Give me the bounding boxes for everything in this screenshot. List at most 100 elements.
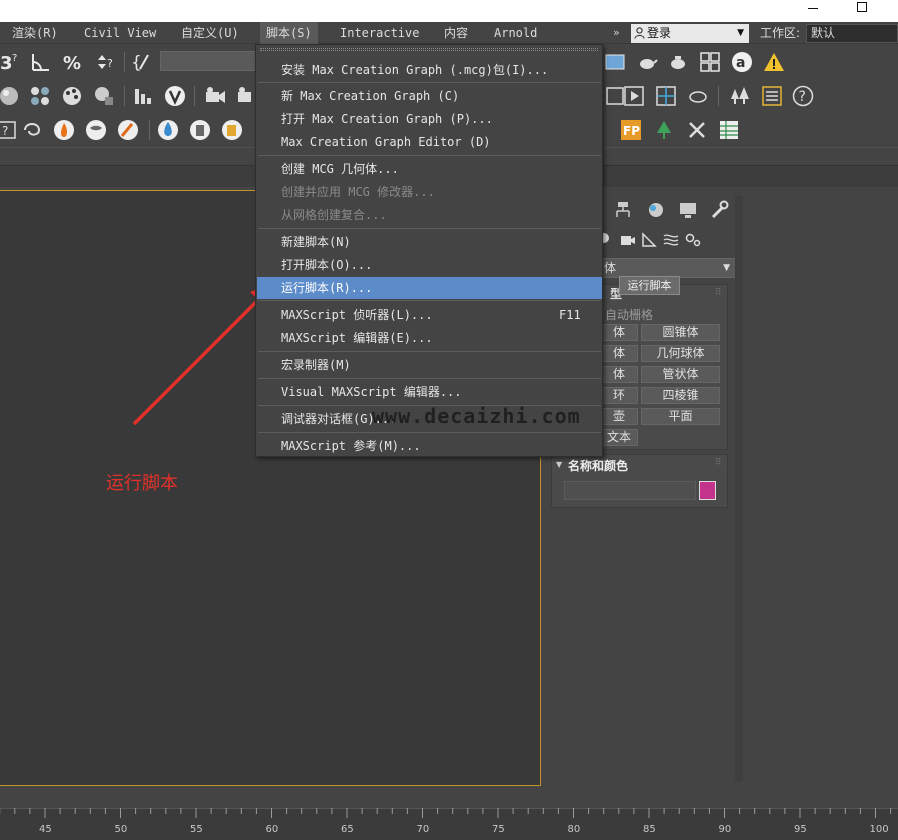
help-icon[interactable]: ? [792, 85, 814, 107]
tube-button[interactable]: 管状体 [641, 366, 720, 383]
name-color-title[interactable]: 名称和颜色 [568, 457, 628, 474]
menu-render[interactable]: 渲染(R) [6, 22, 64, 44]
timeline-bar[interactable] [0, 786, 898, 808]
minimize-icon[interactable] [798, 0, 828, 16]
particles-icon[interactable] [29, 85, 51, 107]
maximize-icon[interactable] [848, 0, 878, 16]
menu-arnold[interactable]: Arnold [488, 22, 543, 44]
rollout-grip-icon[interactable]: ⠿ [715, 288, 722, 298]
teapot-wire-icon[interactable] [687, 85, 709, 107]
auto-grid-checkbox[interactable]: 自动栅格 [605, 306, 653, 323]
helper-icon[interactable] [641, 232, 657, 248]
viewport-layout-icon[interactable] [655, 85, 677, 107]
named-selection-input[interactable] [160, 51, 256, 71]
rollout-collapse-icon[interactable]: ▼ [556, 460, 562, 469]
sphere-button[interactable]: 体 [600, 345, 638, 362]
fp-icon[interactable]: FP [620, 119, 642, 141]
brush-icon[interactable] [117, 119, 139, 141]
plane-button[interactable]: 平面 [641, 408, 720, 425]
menu-interactive[interactable]: Interactive [334, 22, 425, 44]
menu-item-maxscript-reference[interactable]: MAXScript 参考(M)... [257, 435, 602, 457]
utilities-tab-icon[interactable] [707, 199, 731, 221]
vase-2-icon[interactable] [189, 119, 211, 141]
menu-item-run-script[interactable]: 运行脚本(R)... [257, 277, 602, 299]
menu-item-mcg-editor[interactable]: Max Creation Graph Editor (D) [257, 131, 602, 153]
object-category-select[interactable]: 体 ▼ [595, 258, 737, 278]
menu-customize[interactable]: 自定义(U) [175, 22, 245, 44]
teapot-button[interactable]: 壶 [600, 408, 638, 425]
cup-icon[interactable] [221, 119, 243, 141]
svg-text:?: ? [799, 89, 806, 105]
command-panel-scrollbar[interactable] [735, 196, 743, 782]
text-plus-button[interactable]: 文本 [600, 429, 638, 446]
menu-item-new-mcg[interactable]: 新 Max Creation Graph (C) [257, 85, 602, 107]
arnold-icon[interactable]: a [731, 51, 753, 73]
menu-item-create-mcg-geometry[interactable]: 创建 MCG 几何体... [257, 158, 602, 180]
vray-icon[interactable] [164, 85, 186, 107]
chart-icon[interactable] [132, 85, 154, 107]
angle-snap-icon[interactable] [30, 51, 52, 73]
sphere-icon[interactable] [0, 85, 20, 107]
menu-item-visual-maxscript-editor[interactable]: Visual MAXScript 编辑器... [257, 381, 602, 403]
space-warp-icon[interactable] [663, 232, 679, 248]
spinner-snap-icon[interactable]: ? [94, 51, 116, 73]
camera-icon[interactable] [204, 85, 226, 107]
quick-render-icon[interactable] [667, 51, 689, 73]
named-selection-icon[interactable]: { [131, 51, 153, 73]
forest-icon[interactable] [729, 85, 751, 107]
menu-item-macro-recorder[interactable]: 宏录制器(M) [257, 354, 602, 376]
menu-tearoff-handle[interactable] [260, 48, 598, 51]
material-editor-icon[interactable] [93, 85, 115, 107]
login-dropdown[interactable]: 登录 ▼ [631, 24, 749, 43]
scripting-menu: 安装 Max Creation Graph (.mcg)包(I)... 新 Ma… [255, 44, 603, 457]
tools-icon[interactable] [686, 119, 708, 141]
object-name-input[interactable] [564, 481, 696, 500]
list-panel-icon[interactable] [761, 85, 783, 107]
menu-content[interactable]: 内容 [438, 22, 474, 44]
spreadsheet-icon[interactable] [718, 119, 740, 141]
render-teapot-icon[interactable] [636, 51, 658, 73]
cylinder-button[interactable]: 体 [600, 366, 638, 383]
annotation-label: 运行脚本 [106, 473, 178, 494]
water-drop-icon[interactable] [157, 119, 179, 141]
systems-icon[interactable] [685, 232, 701, 248]
render-frame-icon[interactable] [604, 51, 626, 73]
camera-category-icon[interactable] [620, 232, 636, 248]
fire-icon[interactable] [53, 119, 75, 141]
tree-icon[interactable] [653, 119, 675, 141]
menu-civil-view[interactable]: Civil View [78, 22, 162, 44]
hierarchy-tab-icon[interactable] [611, 199, 635, 221]
menu-item-create-compound-from-mesh: 从网格创建复合... [281, 208, 387, 222]
snap-3d-icon[interactable]: 3? [0, 51, 22, 73]
menu-item-new-script[interactable]: 新建脚本(N) [257, 231, 602, 253]
workspace-select[interactable]: 默认 [806, 24, 898, 43]
menu-item-open-mcg[interactable]: 打开 Max Creation Graph (P)... [257, 108, 602, 130]
rollout-grip-icon[interactable]: ⠿ [715, 458, 722, 468]
play-render-icon[interactable] [623, 85, 645, 107]
menu-item-open-script[interactable]: 打开脚本(O)... [257, 254, 602, 276]
cone-button[interactable]: 圆锥体 [641, 324, 720, 341]
menu-item-maxscript-listener[interactable]: MAXScript 侦听器(L)... F11 [257, 304, 602, 326]
menu-overflow-icon[interactable]: » [613, 22, 620, 44]
warning-icon[interactable] [763, 51, 785, 73]
vase-icon[interactable] [85, 119, 107, 141]
percent-snap-icon[interactable]: % [62, 51, 84, 73]
toolbar-separator [149, 120, 150, 140]
menu-item-install-mcg[interactable]: 安装 Max Creation Graph (.mcg)包(I)... [257, 59, 602, 81]
motion-tab-icon[interactable] [644, 199, 668, 221]
layout-grid-icon[interactable] [699, 51, 721, 73]
object-color-swatch[interactable] [699, 481, 716, 500]
torus-button[interactable]: 环 [600, 387, 638, 404]
geosphere-button[interactable]: 几何球体 [641, 345, 720, 362]
box-button[interactable]: 体 [600, 324, 638, 341]
pyramid-button[interactable]: 四棱锥 [641, 387, 720, 404]
display-tab-icon[interactable] [676, 199, 700, 221]
workspace-label: 工作区: [760, 26, 801, 40]
menu-item-maxscript-editor[interactable]: MAXScript 编辑器(E)... [257, 327, 602, 349]
menu-scripting[interactable]: 脚本(S) [260, 22, 318, 44]
material-palette-icon[interactable] [61, 85, 83, 107]
swirl-icon[interactable] [21, 119, 43, 141]
login-label: 登录 [647, 26, 672, 40]
script-tool-icon[interactable]: ? [0, 119, 18, 141]
svg-text:3: 3 [0, 53, 13, 73]
